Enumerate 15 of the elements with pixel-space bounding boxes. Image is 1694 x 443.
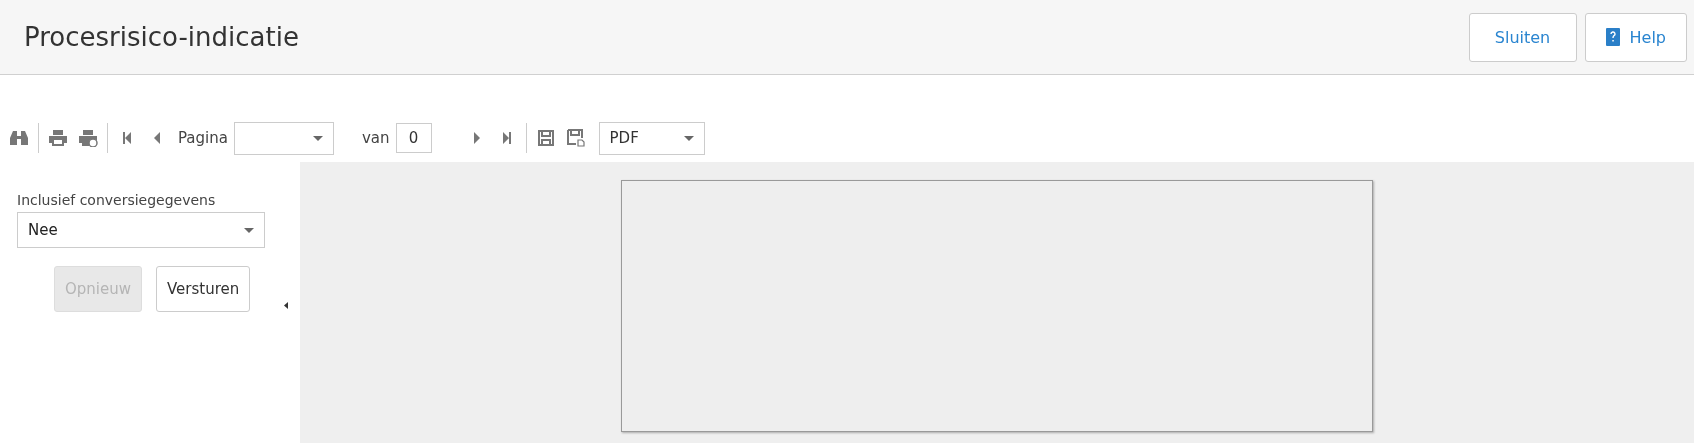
close-button[interactable]: Sluiten	[1468, 12, 1577, 62]
parameter-label: Inclusief conversiegegevens	[17, 192, 217, 208]
caret-icon	[244, 227, 254, 233]
page-label: Pagina	[178, 129, 228, 147]
help-button[interactable]: Help	[1584, 12, 1687, 62]
page-title: Procesrisico-indicatie	[24, 22, 299, 52]
caret-icon	[312, 135, 323, 141]
submit-button[interactable]: Versturen	[156, 266, 251, 312]
page-count-field: 0	[395, 123, 432, 153]
help-book-icon	[1605, 28, 1620, 46]
caret-icon	[683, 135, 694, 141]
of-label: van	[361, 129, 390, 147]
conversion-select[interactable]: Nee	[17, 212, 265, 248]
collapse-icon[interactable]	[284, 302, 288, 309]
format-dropdown[interactable]: PDF	[598, 121, 705, 155]
